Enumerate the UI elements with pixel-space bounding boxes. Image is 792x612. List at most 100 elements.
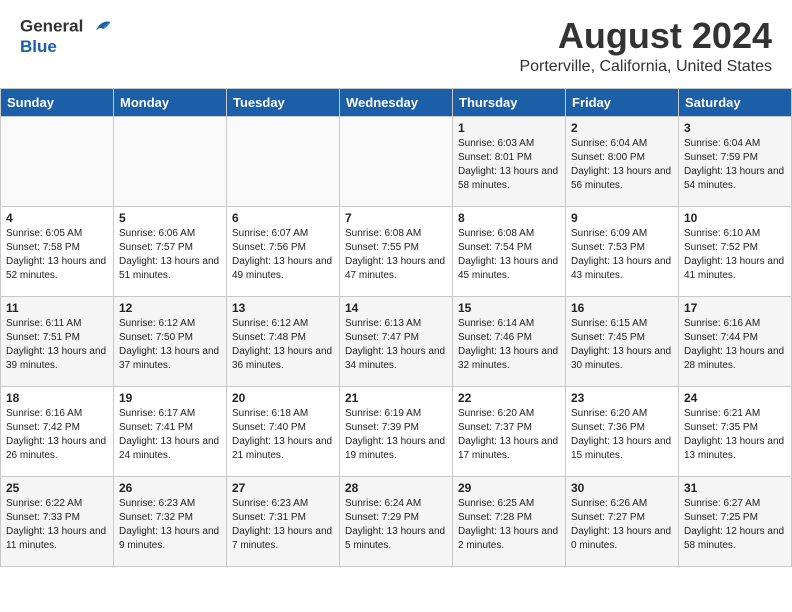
- day-number: 13: [232, 301, 334, 315]
- table-row: 23 Sunrise: 6:20 AMSunset: 7:36 PMDaylig…: [566, 386, 679, 476]
- logo: General Blue: [20, 16, 112, 57]
- logo-text-general: General: [20, 16, 83, 35]
- day-number: 16: [571, 301, 673, 315]
- table-row: 28 Sunrise: 6:24 AMSunset: 7:29 PMDaylig…: [340, 476, 453, 566]
- table-row: 8 Sunrise: 6:08 AMSunset: 7:54 PMDayligh…: [453, 206, 566, 296]
- day-number: 4: [6, 211, 108, 225]
- table-row: [340, 116, 453, 206]
- day-number: 25: [6, 481, 108, 495]
- day-number: 10: [684, 211, 786, 225]
- table-row: 7 Sunrise: 6:08 AMSunset: 7:55 PMDayligh…: [340, 206, 453, 296]
- day-info: Sunrise: 6:10 AMSunset: 7:52 PMDaylight:…: [684, 227, 786, 283]
- day-info: Sunrise: 6:15 AMSunset: 7:45 PMDaylight:…: [571, 317, 673, 373]
- day-info: Sunrise: 6:07 AMSunset: 7:56 PMDaylight:…: [232, 227, 334, 283]
- table-row: 26 Sunrise: 6:23 AMSunset: 7:32 PMDaylig…: [114, 476, 227, 566]
- day-info: Sunrise: 6:23 AMSunset: 7:31 PMDaylight:…: [232, 497, 334, 553]
- day-info: Sunrise: 6:16 AMSunset: 7:44 PMDaylight:…: [684, 317, 786, 373]
- day-number: 11: [6, 301, 108, 315]
- day-number: 7: [345, 211, 447, 225]
- day-info: Sunrise: 6:18 AMSunset: 7:40 PMDaylight:…: [232, 407, 334, 463]
- table-row: 14 Sunrise: 6:13 AMSunset: 7:47 PMDaylig…: [340, 296, 453, 386]
- calendar-week-5: 25 Sunrise: 6:22 AMSunset: 7:33 PMDaylig…: [1, 476, 792, 566]
- table-row: 21 Sunrise: 6:19 AMSunset: 7:39 PMDaylig…: [340, 386, 453, 476]
- day-info: Sunrise: 6:20 AMSunset: 7:37 PMDaylight:…: [458, 407, 560, 463]
- table-row: 15 Sunrise: 6:14 AMSunset: 7:46 PMDaylig…: [453, 296, 566, 386]
- day-info: Sunrise: 6:06 AMSunset: 7:57 PMDaylight:…: [119, 227, 221, 283]
- table-row: 11 Sunrise: 6:11 AMSunset: 7:51 PMDaylig…: [1, 296, 114, 386]
- day-number: 14: [345, 301, 447, 315]
- col-tuesday: Tuesday: [227, 88, 340, 116]
- day-info: Sunrise: 6:08 AMSunset: 7:54 PMDaylight:…: [458, 227, 560, 283]
- day-number: 30: [571, 481, 673, 495]
- table-row: 5 Sunrise: 6:06 AMSunset: 7:57 PMDayligh…: [114, 206, 227, 296]
- day-number: 9: [571, 211, 673, 225]
- location-text: Porterville, California, United States: [519, 58, 772, 76]
- day-info: Sunrise: 6:26 AMSunset: 7:27 PMDaylight:…: [571, 497, 673, 553]
- day-number: 15: [458, 301, 560, 315]
- table-row: 16 Sunrise: 6:15 AMSunset: 7:45 PMDaylig…: [566, 296, 679, 386]
- col-friday: Friday: [566, 88, 679, 116]
- day-number: 21: [345, 391, 447, 405]
- day-number: 22: [458, 391, 560, 405]
- calendar-table: Sunday Monday Tuesday Wednesday Thursday…: [0, 88, 792, 567]
- day-info: Sunrise: 6:16 AMSunset: 7:42 PMDaylight:…: [6, 407, 108, 463]
- table-row: 22 Sunrise: 6:20 AMSunset: 7:37 PMDaylig…: [453, 386, 566, 476]
- day-number: 27: [232, 481, 334, 495]
- calendar-header-row: Sunday Monday Tuesday Wednesday Thursday…: [1, 88, 792, 116]
- day-info: Sunrise: 6:27 AMSunset: 7:25 PMDaylight:…: [684, 497, 786, 553]
- day-number: 20: [232, 391, 334, 405]
- table-row: 9 Sunrise: 6:09 AMSunset: 7:53 PMDayligh…: [566, 206, 679, 296]
- day-number: 24: [684, 391, 786, 405]
- table-row: 1 Sunrise: 6:03 AMSunset: 8:01 PMDayligh…: [453, 116, 566, 206]
- day-info: Sunrise: 6:04 AMSunset: 7:59 PMDaylight:…: [684, 137, 786, 193]
- day-number: 28: [345, 481, 447, 495]
- calendar-week-4: 18 Sunrise: 6:16 AMSunset: 7:42 PMDaylig…: [1, 386, 792, 476]
- col-sunday: Sunday: [1, 88, 114, 116]
- day-info: Sunrise: 6:13 AMSunset: 7:47 PMDaylight:…: [345, 317, 447, 373]
- day-number: 18: [6, 391, 108, 405]
- calendar-week-1: 1 Sunrise: 6:03 AMSunset: 8:01 PMDayligh…: [1, 116, 792, 206]
- table-row: 6 Sunrise: 6:07 AMSunset: 7:56 PMDayligh…: [227, 206, 340, 296]
- day-info: Sunrise: 6:03 AMSunset: 8:01 PMDaylight:…: [458, 137, 560, 193]
- col-thursday: Thursday: [453, 88, 566, 116]
- day-info: Sunrise: 6:11 AMSunset: 7:51 PMDaylight:…: [6, 317, 108, 373]
- day-number: 29: [458, 481, 560, 495]
- table-row: 31 Sunrise: 6:27 AMSunset: 7:25 PMDaylig…: [679, 476, 792, 566]
- day-number: 2: [571, 121, 673, 135]
- logo-text-blue: Blue: [20, 38, 112, 57]
- day-number: 26: [119, 481, 221, 495]
- table-row: 30 Sunrise: 6:26 AMSunset: 7:27 PMDaylig…: [566, 476, 679, 566]
- day-number: 31: [684, 481, 786, 495]
- day-number: 8: [458, 211, 560, 225]
- table-row: [114, 116, 227, 206]
- table-row: 19 Sunrise: 6:17 AMSunset: 7:41 PMDaylig…: [114, 386, 227, 476]
- table-row: 17 Sunrise: 6:16 AMSunset: 7:44 PMDaylig…: [679, 296, 792, 386]
- day-info: Sunrise: 6:25 AMSunset: 7:28 PMDaylight:…: [458, 497, 560, 553]
- day-number: 3: [684, 121, 786, 135]
- day-info: Sunrise: 6:20 AMSunset: 7:36 PMDaylight:…: [571, 407, 673, 463]
- page-header: General Blue August 2024 Porterville, Ca…: [0, 0, 792, 80]
- calendar-week-2: 4 Sunrise: 6:05 AMSunset: 7:58 PMDayligh…: [1, 206, 792, 296]
- day-number: 5: [119, 211, 221, 225]
- day-info: Sunrise: 6:09 AMSunset: 7:53 PMDaylight:…: [571, 227, 673, 283]
- table-row: 12 Sunrise: 6:12 AMSunset: 7:50 PMDaylig…: [114, 296, 227, 386]
- table-row: 3 Sunrise: 6:04 AMSunset: 7:59 PMDayligh…: [679, 116, 792, 206]
- table-row: [1, 116, 114, 206]
- month-year-title: August 2024: [519, 16, 772, 56]
- day-info: Sunrise: 6:24 AMSunset: 7:29 PMDaylight:…: [345, 497, 447, 553]
- table-row: 4 Sunrise: 6:05 AMSunset: 7:58 PMDayligh…: [1, 206, 114, 296]
- table-row: 18 Sunrise: 6:16 AMSunset: 7:42 PMDaylig…: [1, 386, 114, 476]
- day-number: 1: [458, 121, 560, 135]
- day-number: 23: [571, 391, 673, 405]
- day-number: 19: [119, 391, 221, 405]
- table-row: 20 Sunrise: 6:18 AMSunset: 7:40 PMDaylig…: [227, 386, 340, 476]
- table-row: 29 Sunrise: 6:25 AMSunset: 7:28 PMDaylig…: [453, 476, 566, 566]
- col-wednesday: Wednesday: [340, 88, 453, 116]
- table-row: 2 Sunrise: 6:04 AMSunset: 8:00 PMDayligh…: [566, 116, 679, 206]
- table-row: 10 Sunrise: 6:10 AMSunset: 7:52 PMDaylig…: [679, 206, 792, 296]
- day-info: Sunrise: 6:12 AMSunset: 7:48 PMDaylight:…: [232, 317, 334, 373]
- day-info: Sunrise: 6:19 AMSunset: 7:39 PMDaylight:…: [345, 407, 447, 463]
- table-row: [227, 116, 340, 206]
- table-row: 25 Sunrise: 6:22 AMSunset: 7:33 PMDaylig…: [1, 476, 114, 566]
- col-monday: Monday: [114, 88, 227, 116]
